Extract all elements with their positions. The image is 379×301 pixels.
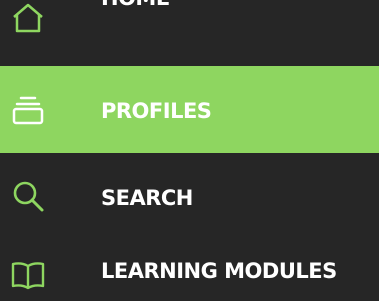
sidebar-nav: HOME PROFILES SEARCH LEARNING MODULES xyxy=(0,0,379,301)
home-icon xyxy=(0,0,56,36)
sidebar-item-label: PROFILES xyxy=(101,99,212,123)
sidebar-item-label: LEARNING MODULES xyxy=(101,259,337,283)
book-icon xyxy=(0,255,56,295)
search-icon xyxy=(0,176,56,216)
sidebar-item-label: HOME xyxy=(101,0,170,10)
sidebar-item-search[interactable]: SEARCH xyxy=(0,170,379,230)
sidebar-item-label: SEARCH xyxy=(101,186,193,210)
sidebar-item-profiles[interactable]: PROFILES xyxy=(0,66,379,153)
sidebar-item-home[interactable]: HOME xyxy=(0,0,379,46)
stack-icon xyxy=(0,90,56,130)
sidebar-item-learning-modules[interactable]: LEARNING MODULES xyxy=(0,248,379,301)
